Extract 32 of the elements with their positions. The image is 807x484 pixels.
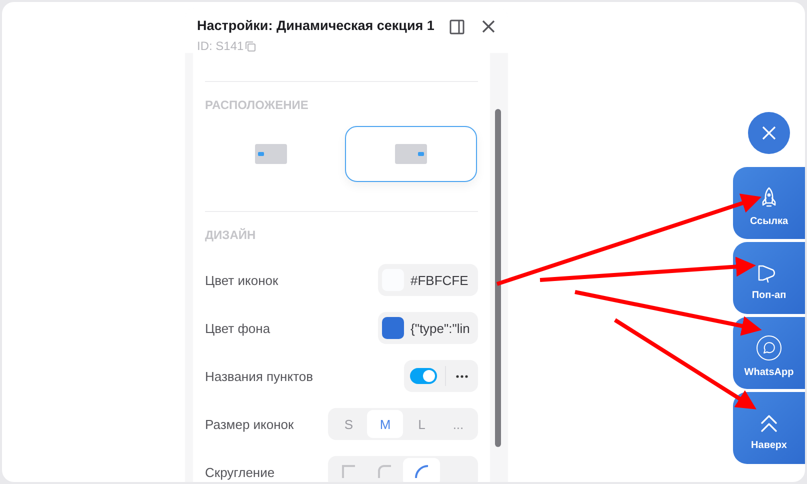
color-field[interactable]: #FBFCFE bbox=[378, 264, 478, 296]
section-id: ID: S141 bbox=[197, 39, 244, 53]
setting-label: Размер иконок bbox=[205, 416, 294, 432]
panel-title: Настройки: Динамическая секция 1 bbox=[197, 18, 436, 33]
close-icon[interactable] bbox=[481, 19, 496, 34]
size-option[interactable]: S bbox=[330, 410, 367, 438]
layout-preview-icon bbox=[255, 144, 287, 164]
section-heading: РАСПОЛОЖЕНИЕ bbox=[205, 97, 310, 114]
setting-label: Цвет иконок bbox=[205, 272, 278, 288]
widget-button[interactable]: Поп-ап bbox=[733, 242, 805, 314]
toggle-switch[interactable] bbox=[410, 368, 438, 384]
more-icon bbox=[456, 374, 468, 378]
chat-bubble-icon bbox=[756, 334, 782, 360]
size-option[interactable]: ... bbox=[440, 410, 476, 438]
section-heading: ДИЗАЙН bbox=[205, 227, 257, 244]
close-icon bbox=[761, 125, 777, 141]
setting-label: Цвет фона bbox=[205, 320, 270, 336]
scrollbar[interactable] bbox=[495, 109, 502, 447]
setting-label: Названия пунктов bbox=[205, 368, 314, 384]
widget-button[interactable]: WhatsApp bbox=[733, 317, 805, 389]
close-widget-button[interactable] bbox=[748, 112, 790, 154]
rounding-option[interactable] bbox=[403, 458, 440, 482]
position-option[interactable] bbox=[345, 126, 477, 182]
copy-icon[interactable] bbox=[244, 40, 256, 52]
layout-preview-icon bbox=[395, 144, 427, 164]
widget-button[interactable]: Ссылка bbox=[733, 167, 805, 239]
size-option[interactable]: M bbox=[366, 410, 404, 438]
color-field[interactable]: {"type":"lin bbox=[378, 312, 478, 344]
widget-button[interactable]: Наверх bbox=[733, 392, 805, 464]
setting-label: Скругление bbox=[205, 464, 275, 480]
size-option[interactable]: L bbox=[403, 410, 440, 438]
sidebar-toggle-icon[interactable] bbox=[449, 19, 465, 35]
